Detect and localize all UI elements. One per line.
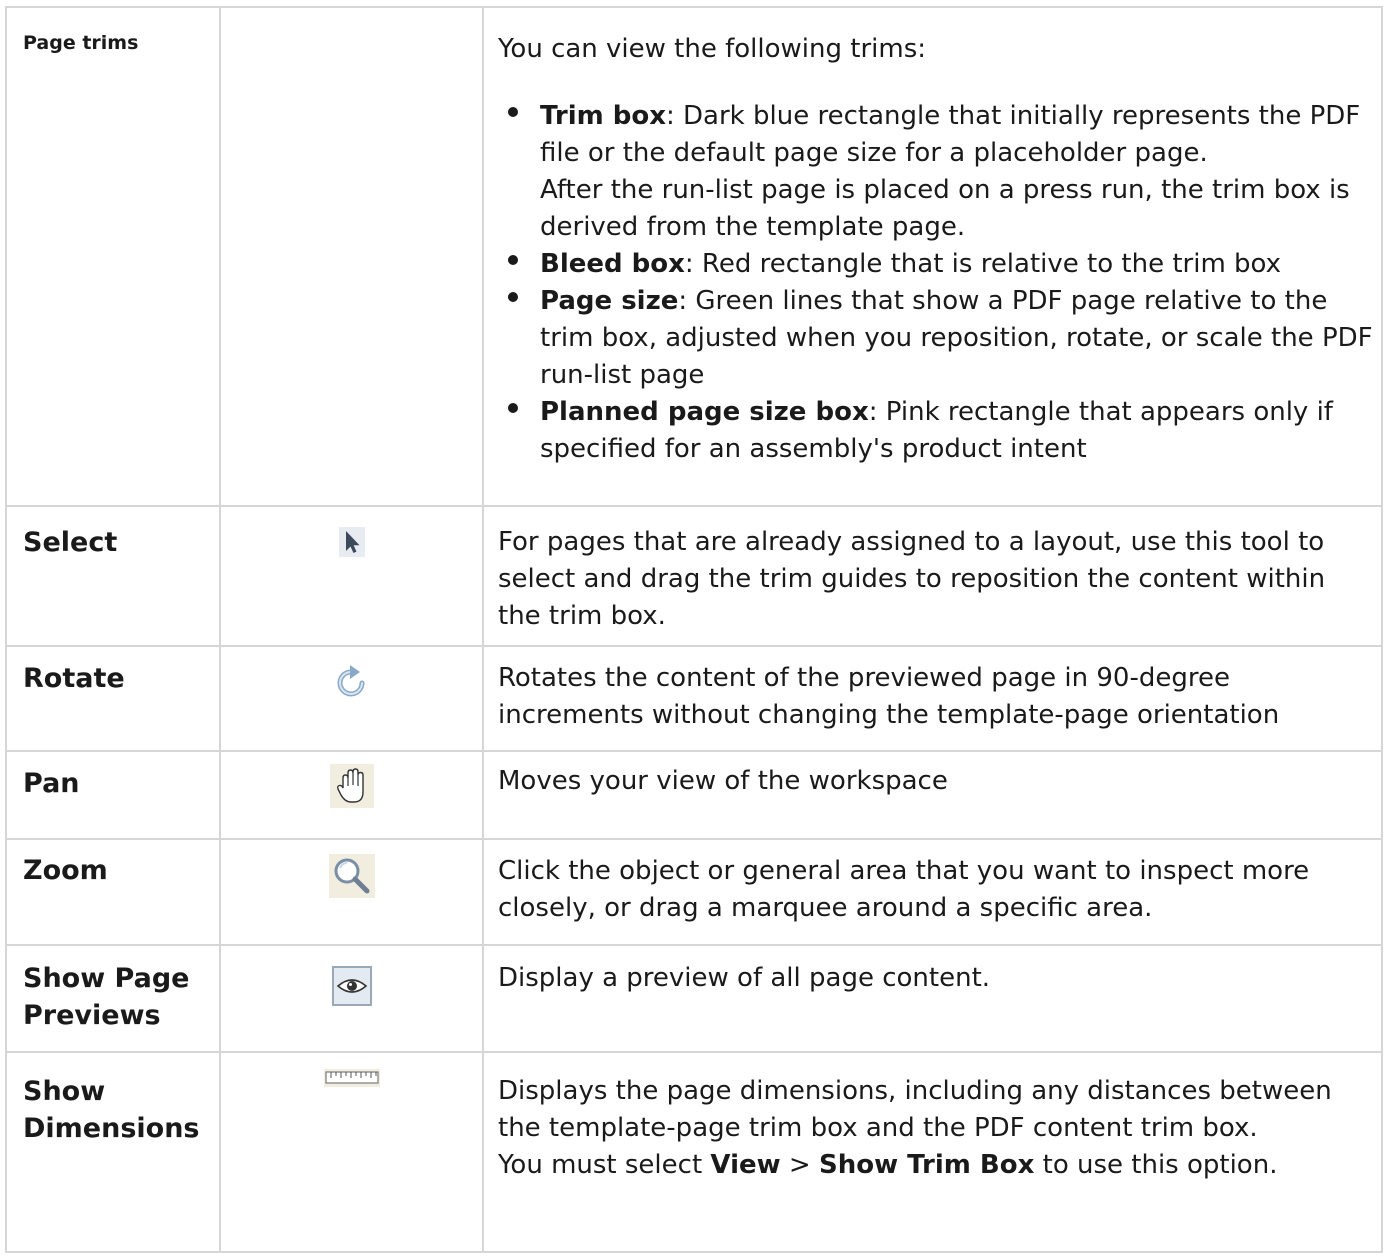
tool-description: Rotates the content of the previewed pag…	[498, 663, 1280, 730]
tool-description-cell: Moves your view of the workspace	[482, 750, 1383, 840]
trim-term: Page size	[540, 286, 679, 316]
menu-show-trim-box: Show Trim Box	[818, 1150, 1035, 1180]
trim-term: Bleed box	[540, 249, 685, 279]
tool-icon-cell	[219, 6, 484, 507]
table-row: Pan Moves your view of the workspace	[5, 750, 1383, 840]
list-item: Page size: Green lines that show a PDF p…	[508, 283, 1373, 394]
tool-name-cell: Show Dimensions	[5, 1051, 221, 1253]
list-item: Bleed box: Red rectangle that is relativ…	[508, 246, 1373, 283]
note-separator: >	[780, 1150, 819, 1180]
tool-name-cell: Select	[5, 505, 221, 647]
tool-description: Moves your view of the workspace	[498, 766, 948, 796]
tool-description-cell: You can view the following trims: Trim b…	[482, 6, 1383, 507]
tool-icon-cell	[219, 1051, 484, 1253]
arrow-pointer-icon[interactable]	[338, 527, 365, 561]
tool-description-cell: Click the object or general area that yo…	[482, 838, 1383, 946]
trim-text: : Red rectangle that is relative to the …	[684, 249, 1282, 279]
tool-icon-cell	[219, 838, 484, 946]
trim-term: Trim box	[540, 101, 667, 131]
tool-description-cell: Displays the page dimensions, including …	[482, 1051, 1383, 1253]
tool-description: Click the object or general area that yo…	[498, 856, 1310, 923]
tool-name: Show Dimensions	[23, 1076, 200, 1144]
tool-name-cell: Zoom	[5, 838, 221, 946]
menu-view: View	[710, 1150, 781, 1180]
trim-extra: After the run-list page is placed on a p…	[540, 175, 1350, 242]
tool-name: Show Page Previews	[23, 963, 190, 1031]
table-row: Rotate Rotates the content of the previe…	[5, 645, 1383, 752]
note-text: You must select	[498, 1150, 711, 1180]
tool-icon-cell	[219, 750, 484, 840]
tool-icon-cell	[219, 505, 484, 647]
tool-name-cell: Show Page Previews	[5, 944, 221, 1053]
tool-name: Pan	[23, 768, 80, 799]
tool-name: Select	[23, 527, 118, 558]
tool-name: Rotate	[23, 663, 125, 694]
tool-description-cell: For pages that are already assigned to a…	[482, 505, 1383, 647]
tool-name-cell: Rotate	[5, 645, 221, 752]
table-row: Show Page Previews Display a preview of …	[5, 944, 1383, 1053]
tool-name: Page trims	[23, 32, 139, 54]
tool-description: For pages that are already assigned to a…	[498, 527, 1326, 631]
tool-name-cell: Pan	[5, 750, 221, 840]
trim-term: Planned page size box	[540, 397, 869, 427]
rotate-clockwise-icon[interactable]	[332, 661, 372, 705]
note-text: to use this option.	[1034, 1150, 1278, 1180]
tool-description: Displays the page dimensions, including …	[498, 1076, 1332, 1143]
tool-note: You must select View > Show Trim Box to …	[498, 1147, 1373, 1184]
tool-description: Display a preview of all page content.	[498, 963, 991, 993]
list-item: Planned page size box: Pink rectangle th…	[508, 394, 1373, 468]
trims-list: Trim box: Dark blue rectangle that initi…	[498, 98, 1373, 468]
magnifier-icon[interactable]	[328, 854, 375, 902]
tool-name: Zoom	[23, 855, 108, 886]
table-row: Zoom Click the object or general area th…	[5, 838, 1383, 946]
tools-table: Page trims You can view the following tr…	[5, 6, 1383, 1253]
table-row: Page trims You can view the following tr…	[5, 6, 1383, 507]
tool-icon-cell	[219, 944, 484, 1053]
eye-icon[interactable]	[331, 966, 372, 1010]
tool-name-cell: Page trims	[5, 6, 221, 507]
tool-icon-cell	[219, 645, 484, 752]
tool-description-cell: Display a preview of all page content.	[482, 944, 1383, 1053]
ruler-icon[interactable]	[323, 1069, 380, 1091]
hand-icon[interactable]	[329, 764, 374, 812]
table-row: Show Dimensions Displays the page dimens…	[5, 1051, 1383, 1253]
trims-intro: You can view the following trims:	[498, 34, 927, 64]
list-item: Trim box: Dark blue rectangle that initi…	[508, 98, 1373, 246]
tool-description-cell: Rotates the content of the previewed pag…	[482, 645, 1383, 752]
table-row: Select For pages that are already assign…	[5, 505, 1383, 647]
